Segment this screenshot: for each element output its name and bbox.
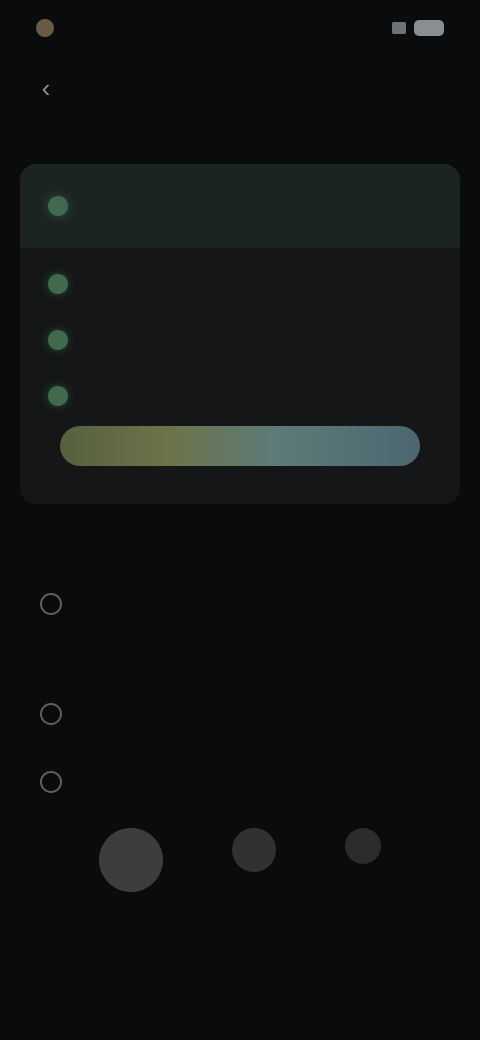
person-icon (40, 593, 62, 615)
theme-option-system[interactable] (345, 828, 382, 892)
status-bar (0, 0, 480, 56)
theme-icon (40, 771, 62, 793)
plan-card (20, 164, 460, 504)
status-right (392, 20, 444, 36)
theme-options (0, 828, 480, 892)
upgrade-button[interactable] (60, 426, 420, 466)
plan-item (20, 164, 460, 248)
check-icon (48, 386, 68, 406)
notification-icon (36, 19, 54, 37)
check-icon (48, 196, 68, 216)
account-row[interactable] (0, 572, 480, 636)
arrow-left-icon: ‹ (41, 72, 51, 103)
theme-dark-swatch (98, 828, 163, 892)
signal-icon (392, 22, 406, 34)
status-left (36, 19, 62, 37)
plan-item (20, 256, 460, 312)
theme-system-swatch (345, 828, 382, 864)
plan-spacer (20, 248, 460, 256)
palette-icon (40, 703, 62, 725)
app-bar: ‹ (0, 56, 480, 118)
battery-icon (414, 20, 444, 36)
plan-item (20, 368, 460, 424)
plan-item (20, 312, 460, 368)
theme-option-dark[interactable] (98, 828, 163, 892)
check-icon (48, 330, 68, 350)
appearance-row[interactable] (0, 682, 480, 746)
theme-option-light[interactable] (231, 828, 276, 892)
theme-row (0, 746, 480, 818)
back-button[interactable]: ‹ (28, 70, 64, 106)
theme-light-swatch (231, 828, 276, 872)
check-icon (48, 274, 68, 294)
theme-text (84, 779, 440, 785)
